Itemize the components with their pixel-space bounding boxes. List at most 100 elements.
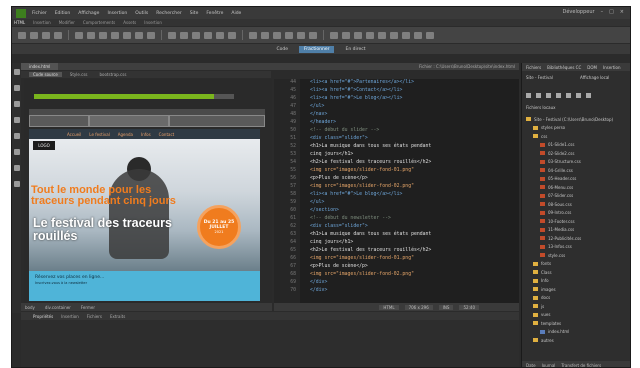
code-line[interactable]: 64 cinq jours</h1>	[274, 239, 519, 247]
code-line[interactable]: 67 <p>Plus de scène</p>	[274, 263, 519, 271]
anchor-icon[interactable]	[123, 31, 131, 39]
media-icon[interactable]	[147, 31, 155, 39]
menu-rechercher[interactable]: Rechercher	[156, 11, 181, 16]
media-query-bar[interactable]	[29, 115, 89, 127]
inspect-icon[interactable]	[402, 31, 410, 39]
get-files-icon[interactable]	[546, 93, 551, 98]
code-line[interactable]: 49 </header>	[274, 119, 519, 127]
code-line[interactable]: 59 </ul>	[274, 199, 519, 207]
file-tree-item[interactable]: 07-Slider.css	[526, 192, 630, 201]
live-view-options-icon[interactable]	[13, 101, 20, 107]
nav-icon[interactable]	[168, 31, 176, 39]
header-icon[interactable]	[180, 31, 188, 39]
code-line[interactable]: 63 <h1>La musique dans tous ses états pen…	[274, 231, 519, 239]
site-nav-link[interactable]: Contact	[159, 132, 175, 137]
tab-assets[interactable]: Assets	[123, 20, 136, 25]
file-tree-item[interactable]: Info	[526, 277, 630, 286]
menu-fichier[interactable]: Fichier	[32, 11, 47, 16]
preview-icon[interactable]	[414, 31, 422, 39]
menu-fenetre[interactable]: Fenêtre	[206, 11, 223, 16]
footer-icon[interactable]	[192, 31, 200, 39]
italic-icon[interactable]	[342, 31, 350, 39]
file-tree-item[interactable]: index.html	[526, 328, 630, 337]
site-nav-link[interactable]: Agenda	[118, 132, 133, 137]
file-tree-item[interactable]: Site - Festival (C:\Users\Bruno\Desktop)	[526, 115, 630, 124]
document-tab[interactable]: index.html	[21, 63, 59, 70]
file-tree-item[interactable]: 04-Grille.css	[526, 166, 630, 175]
lock-icon[interactable]	[378, 31, 386, 39]
menu-outils[interactable]: Outils	[135, 11, 148, 16]
format-source-icon[interactable]	[13, 149, 20, 155]
comment-icon[interactable]	[261, 31, 269, 39]
file-tree-item[interactable]: fonts	[526, 260, 630, 269]
link-icon[interactable]	[111, 31, 119, 39]
refresh-files-icon[interactable]	[536, 93, 541, 98]
language-select[interactable]: HTML	[379, 304, 399, 310]
code-line[interactable]: 70 </div>	[274, 287, 519, 295]
tab-modifier[interactable]: Modifier	[59, 20, 75, 25]
file-tree-item[interactable]: templates	[526, 319, 630, 328]
code-icon[interactable]	[366, 31, 374, 39]
expand-panel-icon[interactable]	[586, 93, 591, 98]
tab-insertion[interactable]: Insertion	[33, 20, 51, 25]
workspace-switcher[interactable]: Développeur	[563, 9, 595, 15]
view-select[interactable]: Affichage local	[580, 75, 609, 80]
file-tree-item[interactable]: 05-Header.css	[526, 175, 630, 184]
tab-fichiers[interactable]: Fichiers	[526, 65, 541, 70]
related-file-style[interactable]: Style.css	[66, 72, 92, 77]
code-line[interactable]: 68 <img src="images/slider-fond-02.png"	[274, 271, 519, 279]
file-tree-item[interactable]: docs	[526, 294, 630, 303]
site-select[interactable]: Site - Festival	[526, 75, 553, 80]
code-line[interactable]: 61 <!-- début du newsletter -->	[274, 215, 519, 223]
file-management-icon[interactable]	[13, 85, 20, 91]
tab-bibliotheques[interactable]: Bibliothèques CC	[547, 65, 581, 70]
code-line[interactable]: 62 <div class="slider">	[274, 223, 519, 231]
section-icon[interactable]	[204, 31, 212, 39]
menu-insertion[interactable]: Insertion	[107, 11, 127, 16]
iframe-icon[interactable]	[309, 31, 317, 39]
code-line[interactable]: 45 <li><a href="#">Contact</a></li>	[274, 87, 519, 95]
site-nav-link[interactable]: Infos	[141, 132, 151, 137]
tab-insertion-right[interactable]: Insertion	[603, 65, 621, 70]
file-tree-item[interactable]: Class	[526, 268, 630, 277]
split-view-button[interactable]: Fractionner	[299, 45, 335, 53]
file-tree-item[interactable]: 13-Infos.css	[526, 243, 630, 252]
code-line[interactable]: 52 <h1>La musique dans tous ses états pen…	[274, 143, 519, 151]
media-query-bar[interactable]	[169, 115, 265, 127]
file-tree-item[interactable]: css	[526, 132, 630, 141]
file-tree-item[interactable]: 02-Slide2.css	[526, 149, 630, 158]
code-editor[interactable]: 44 <li><a href="#">Partenaires</a></li> 45…	[274, 79, 519, 303]
code-line[interactable]: 56 <p>Plus de scène</p>	[274, 175, 519, 183]
file-tree-item[interactable]: 08-Sous.css	[526, 200, 630, 209]
live-view-button[interactable]: En direct	[340, 46, 370, 53]
site-nav-link[interactable]: Accueil	[67, 132, 81, 137]
menu-affichage[interactable]: Affichage	[78, 11, 99, 16]
file-tree-item[interactable]: images	[526, 285, 630, 294]
indent-icon[interactable]	[13, 181, 20, 187]
code-line[interactable]: 44 <li><a href="#">Partenaires</a></li>	[274, 79, 519, 87]
file-tree-item[interactable]: 11-Media.css	[526, 226, 630, 235]
file-tree-item[interactable]: 01-Slide1.css	[526, 141, 630, 150]
website-preview[interactable]: Accueil Le festival Agenda Infos Contact…	[29, 129, 260, 301]
list-icon[interactable]	[87, 31, 95, 39]
code-line[interactable]: 54 <h2>Le festival des traceurs rouillés<…	[274, 159, 519, 167]
code-line[interactable]: 51 <div class="slider">	[274, 135, 519, 143]
file-tree-item[interactable]: 12-Publicités.css	[526, 234, 630, 243]
tab-html[interactable]: HTML	[14, 20, 25, 25]
menu-site[interactable]: Site	[190, 11, 199, 16]
connect-icon[interactable]	[526, 93, 531, 98]
code-line[interactable]: 50 <!-- début du slider -->	[274, 127, 519, 135]
table-icon[interactable]	[75, 31, 83, 39]
sync-icon[interactable]	[576, 93, 581, 98]
tab-proprietes[interactable]: Propriétés	[33, 314, 53, 319]
file-tree-item[interactable]: 10-Footer.css	[526, 217, 630, 226]
minimize-icon[interactable]: –	[601, 9, 604, 15]
file-tree-item[interactable]: vues	[526, 311, 630, 320]
open-documents-icon[interactable]	[13, 69, 20, 75]
bold-icon[interactable]	[330, 31, 338, 39]
expand-icon[interactable]	[13, 117, 20, 123]
site-logo[interactable]: LOGO	[33, 141, 55, 150]
menu-aide[interactable]: Aide	[231, 11, 241, 16]
window-size-select[interactable]: 706 x 296	[404, 304, 433, 310]
hr-icon[interactable]	[297, 31, 305, 39]
